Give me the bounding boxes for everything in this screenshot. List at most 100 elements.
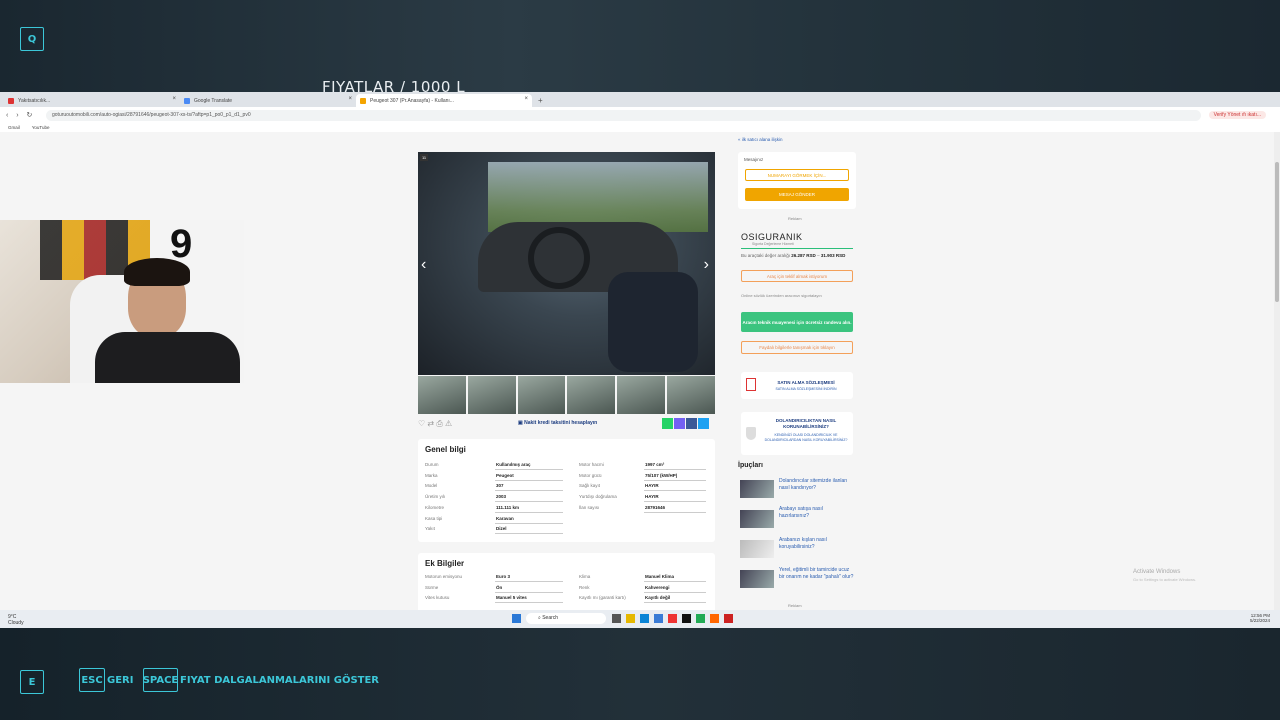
field-value: Manuel 5 vites bbox=[496, 595, 527, 601]
credit-calculator-label: Nakit kredi taksitini hesaplayın bbox=[524, 420, 598, 426]
app-icon[interactable] bbox=[626, 614, 635, 623]
row-divider bbox=[644, 490, 706, 492]
show-number-button[interactable]: NUMARAYI GÖRMEK İÇİN... bbox=[745, 169, 849, 181]
tab-1[interactable]: Yakıtsatıcılık... × bbox=[4, 94, 180, 107]
thumbnail[interactable] bbox=[667, 376, 715, 414]
nav-buttons-icon[interactable]: ‹ › ↻ bbox=[0, 111, 46, 119]
row-divider bbox=[644, 469, 706, 470]
thumbnail[interactable] bbox=[567, 376, 616, 414]
tab-1-label: Yakıtsatıcılık... bbox=[18, 97, 51, 104]
row-divider bbox=[495, 479, 563, 481]
fraud-card[interactable]: DOLANDIRICILIKTAN NASIL KORUNABİLİRSİNİZ… bbox=[741, 412, 853, 455]
tip-image[interactable] bbox=[740, 480, 774, 498]
game-background-top bbox=[0, 0, 1280, 92]
tip-link[interactable]: Arabanızı kışlan nasıl koruyabilirsiniz? bbox=[779, 537, 854, 551]
key-q-hint[interactable]: Q bbox=[20, 27, 44, 51]
back-link[interactable]: « ilk satıcı alana ilişkin bbox=[738, 137, 783, 142]
send-message-button[interactable]: MESAJ GÖNDER bbox=[745, 188, 849, 201]
inspection-appointment-button[interactable]: Aracın teknik muayenesi için ücretsiz ra… bbox=[741, 312, 853, 332]
thumbnail[interactable] bbox=[617, 376, 666, 414]
field-label: Kasa tipi bbox=[425, 515, 443, 521]
viber-icon[interactable] bbox=[674, 418, 685, 429]
thumbnail[interactable] bbox=[418, 376, 466, 414]
ad-label-bottom: Reklam bbox=[788, 603, 802, 608]
close-icon[interactable]: × bbox=[172, 96, 176, 102]
close-icon[interactable]: × bbox=[524, 96, 528, 102]
esc-key[interactable]: ESC bbox=[79, 668, 105, 692]
credit-calculator-link[interactable]: ▣ Nakit kredi taksitini hesaplayın bbox=[518, 420, 597, 426]
contract-card[interactable]: SATIN ALMA SÖZLEŞMESİ SATIN ALMA SÖZLEŞM… bbox=[741, 372, 853, 399]
app-icon[interactable] bbox=[696, 614, 705, 623]
webcam-overlay: 9 bbox=[0, 220, 244, 383]
tip-image[interactable] bbox=[740, 510, 774, 528]
field-value: Karavan bbox=[496, 515, 514, 521]
listing-action-icons: ♡ ⇄ ⎙ ⚠ bbox=[418, 419, 453, 428]
app-icon[interactable] bbox=[612, 614, 621, 623]
person-shirt bbox=[95, 332, 240, 383]
app-icon[interactable] bbox=[682, 614, 691, 623]
close-icon[interactable]: × bbox=[348, 96, 352, 102]
tip-image[interactable] bbox=[740, 540, 774, 558]
field-value: Peugeot bbox=[496, 472, 514, 478]
twitter-icon[interactable] bbox=[698, 418, 709, 429]
taskbar-search-label: Search bbox=[542, 615, 559, 621]
facebook-icon[interactable] bbox=[686, 418, 697, 429]
scrollbar-thumb[interactable] bbox=[1275, 162, 1279, 302]
row-divider bbox=[495, 533, 563, 535]
insurer-divider bbox=[741, 248, 853, 249]
bookmark-youtube[interactable]: YouTube bbox=[32, 125, 50, 130]
whatsapp-icon[interactable] bbox=[662, 418, 673, 429]
person-hair bbox=[124, 258, 190, 286]
useful-info-button[interactable]: Faydalı bilgilerle tanışmak için tıklayı… bbox=[741, 341, 853, 354]
weather-widget[interactable]: 9°C Cloudy bbox=[8, 614, 24, 626]
price-range-text: Bu araçtaki değer aralığı 26.287 RSD – 3… bbox=[741, 253, 846, 258]
profile-button[interactable]: Verify Yönet ıfı ıkatı... bbox=[1208, 111, 1266, 119]
fraud-title: DOLANDIRICILIKTAN NASIL KORUNABİLİRSİNİZ… bbox=[775, 418, 837, 429]
taskbar-search[interactable]: ⌕ Search bbox=[526, 613, 606, 624]
favicon-icon bbox=[8, 98, 14, 104]
favicon-icon bbox=[360, 98, 366, 104]
app-icon[interactable] bbox=[668, 614, 677, 623]
row-divider bbox=[644, 479, 706, 481]
tab-strip: Yakıtsatıcılık... × Google Translate × Peu… bbox=[0, 92, 1280, 107]
new-tab-icon[interactable]: + bbox=[532, 94, 549, 107]
insurer-quote-button[interactable]: Araç için teklif almak istiyorum bbox=[741, 270, 853, 282]
game-background-bottom bbox=[0, 628, 1280, 720]
app-icon[interactable] bbox=[640, 614, 649, 623]
space-key[interactable]: SPACE bbox=[143, 668, 178, 692]
main-photo[interactable]: 11 ‹ › bbox=[418, 152, 715, 375]
tab-2[interactable]: Google Translate × bbox=[180, 94, 356, 107]
field-label: Sağlı kayıt bbox=[579, 483, 601, 489]
back-label[interactable]: GERI bbox=[107, 675, 133, 686]
key-e-hint[interactable]: E bbox=[20, 670, 44, 694]
prev-photo-icon[interactable]: ‹ bbox=[421, 256, 426, 274]
start-icon[interactable] bbox=[512, 614, 521, 623]
show-price-fluctuations-label[interactable]: FIYAT DALGALANMALARINI GÖSTER bbox=[180, 675, 379, 686]
seat bbox=[608, 272, 698, 372]
taskbar-apps bbox=[612, 614, 733, 623]
field-label: Renk bbox=[579, 584, 590, 590]
tips-title: İpuçları bbox=[738, 462, 763, 469]
field-value: Euro 3 bbox=[496, 574, 511, 579]
extra-info-card: Ek Bilgiler Motorun emisyonu Euro 3 Sürme Ö… bbox=[418, 553, 715, 610]
page-scrollbar[interactable] bbox=[1274, 132, 1280, 610]
next-photo-icon[interactable]: › bbox=[704, 256, 709, 274]
thumbnail[interactable] bbox=[517, 376, 566, 414]
tip-image[interactable] bbox=[740, 570, 774, 588]
app-icon[interactable] bbox=[724, 614, 733, 623]
app-icon[interactable] bbox=[654, 614, 663, 623]
app-icon[interactable] bbox=[710, 614, 719, 623]
field-value: 307 bbox=[496, 483, 504, 489]
url-field[interactable]: goturuoutomobili.com/auto-ogiasi/2879164… bbox=[46, 109, 1201, 121]
field-label: Motor gücü bbox=[579, 472, 602, 478]
field-label: Motorun emisyonu bbox=[425, 574, 463, 579]
bookmark-gmail[interactable]: Gmail bbox=[8, 125, 20, 130]
general-info-title: Genel bilgi bbox=[425, 445, 466, 454]
thumbnail[interactable] bbox=[467, 376, 516, 414]
tip-link[interactable]: Arabayı satışa nasıl hazırlarsınız? bbox=[779, 506, 854, 520]
field-label: Yakıt bbox=[425, 526, 435, 532]
tip-link[interactable]: Yerel, eğitimli bir tamircide ucuz bir o… bbox=[779, 567, 854, 581]
tip-link[interactable]: Dolandırıcılar sitemizde ilanları nasıl … bbox=[779, 478, 854, 492]
tab-3[interactable]: Peugeot 307 (Pr.Anasayfa) - Kullanı... × bbox=[356, 94, 532, 107]
system-clock[interactable]: 12:56 PM 5/22/2024 bbox=[1250, 613, 1270, 623]
